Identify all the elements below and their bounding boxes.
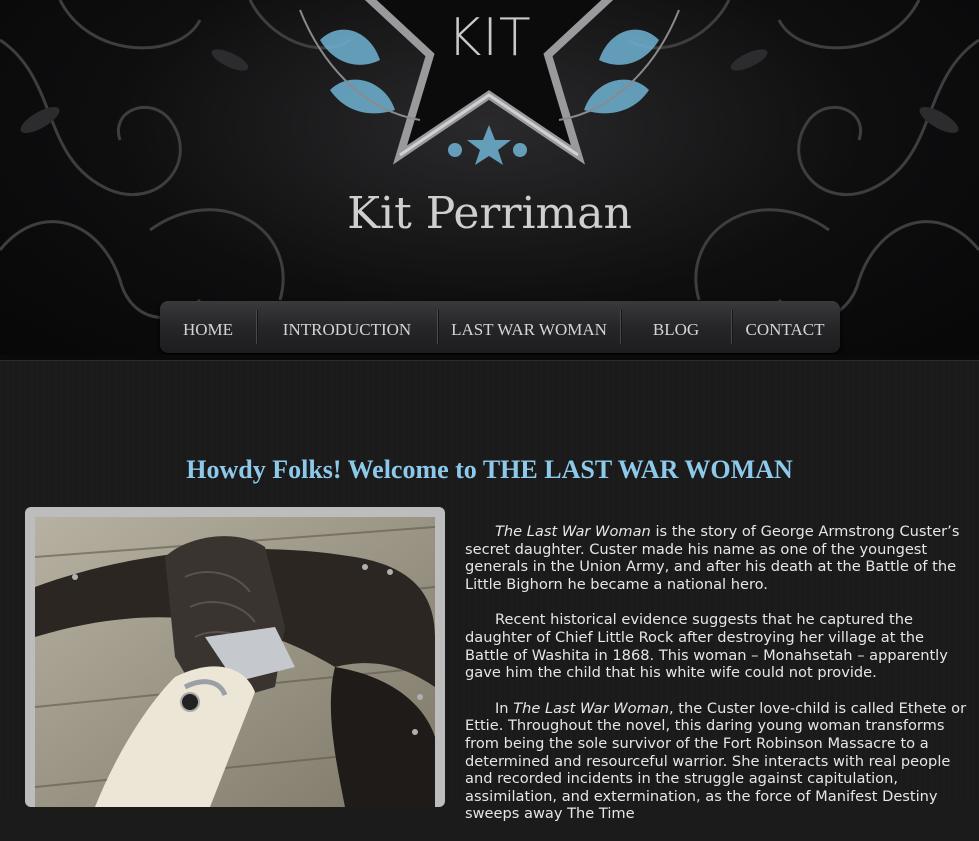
paragraph-3: In The Last War Woman, the Custer love-c… (465, 699, 967, 823)
nav-item-last-war-woman[interactable]: LAST WAR WOMAN (438, 301, 620, 353)
paragraph-2: Recent historical evidence suggests that… (465, 611, 948, 682)
nav-item-home[interactable]: HOME (160, 301, 256, 353)
nav-item-contact[interactable]: CONTACT (732, 301, 838, 353)
intro-text: The Last War Woman is the story of Georg… (465, 523, 970, 841)
site-title[interactable]: Kit Perriman (0, 188, 979, 239)
nav-item-introduction[interactable]: INTRODUCTION (257, 301, 437, 353)
book-title: The Last War Woman (495, 523, 651, 540)
nav-item-blog[interactable]: BLOG (621, 301, 731, 353)
main-navigation: HOME INTRODUCTION LAST WAR WOMAN BLOG CO… (160, 301, 840, 353)
page-headline: Howdy Folks! Welcome to THE LAST WAR WOM… (186, 455, 793, 484)
logo-text: KIT (447, 8, 532, 68)
featured-image-frame (25, 507, 445, 807)
book-title: The Last War Woman (513, 699, 670, 717)
revolver-holster-photo (35, 517, 435, 807)
paragraph-1: The Last War Woman is the story of Georg… (465, 523, 960, 593)
